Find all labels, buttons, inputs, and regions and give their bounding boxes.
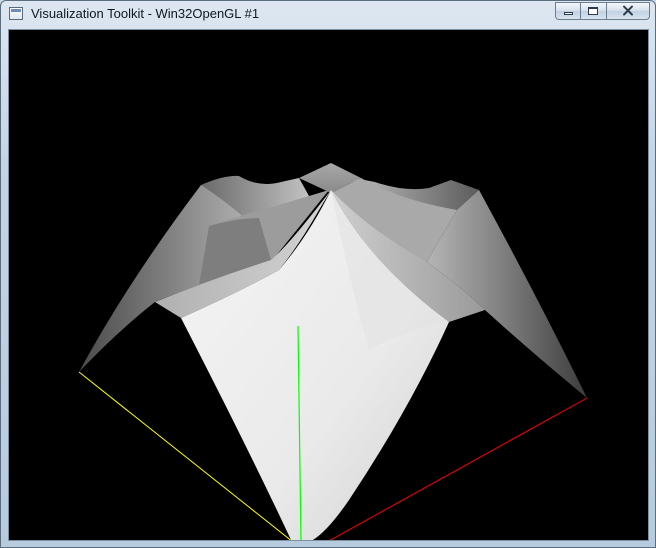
maximize-icon (588, 7, 598, 15)
app-window: Visualization Toolkit - Win32OpenGL #1 (0, 0, 656, 548)
minimize-button[interactable] (555, 2, 581, 20)
close-icon (623, 5, 633, 16)
surface-model (79, 163, 587, 540)
minimize-icon (564, 12, 573, 15)
close-button[interactable] (607, 2, 650, 20)
title-bar[interactable]: Visualization Toolkit - Win32OpenGL #1 (1, 1, 655, 27)
vtk-window-icon[interactable] (9, 7, 23, 20)
vtk-render-view[interactable] (9, 30, 648, 540)
maximize-button[interactable] (581, 2, 607, 20)
render-window-client[interactable] (8, 29, 649, 541)
caption-buttons (555, 2, 650, 20)
window-title: Visualization Toolkit - Win32OpenGL #1 (31, 6, 260, 21)
